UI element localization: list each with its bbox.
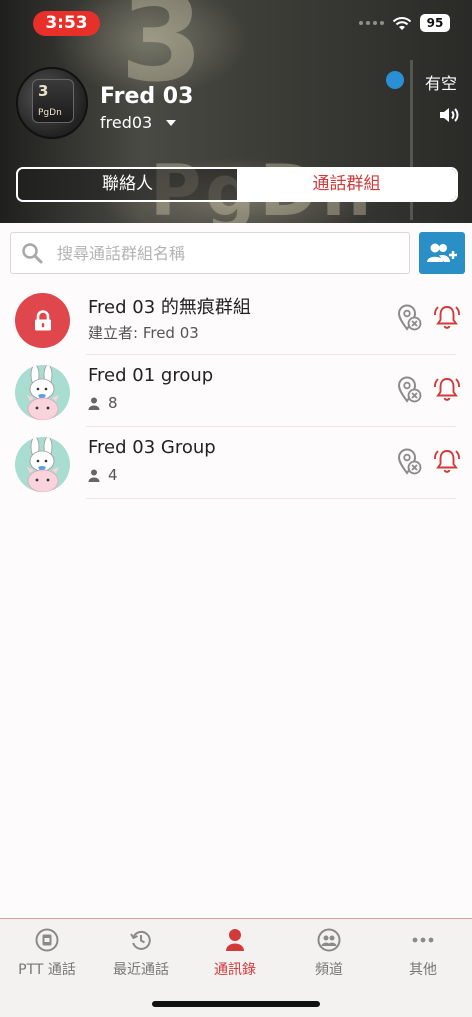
tab-more[interactable]: 其他 [376, 927, 470, 979]
group-member-count: 8 [88, 394, 118, 412]
search-input[interactable] [57, 243, 377, 263]
cellular-signal-icon [359, 21, 384, 25]
group-name: Fred 03 的無痕群組 [88, 297, 251, 318]
group-member-count: 4 [88, 466, 118, 484]
add-group-button[interactable] [419, 232, 465, 274]
search-icon [22, 243, 43, 264]
user-id-selector[interactable]: fred03 [100, 113, 177, 132]
bunny-avatar-image [27, 437, 59, 492]
location-off-icon[interactable] [396, 304, 422, 332]
tab-contacts-book[interactable]: 通訊錄 [188, 927, 282, 979]
presence-status-dot[interactable] [386, 71, 404, 89]
status-time: 3:53 [33, 11, 100, 36]
ptt-icon [35, 928, 59, 952]
tab-contacts[interactable]: 聯絡人 [18, 169, 237, 200]
search-row [0, 223, 472, 281]
tab-channel[interactable]: 頻道 [282, 927, 376, 979]
tab-ptt-call[interactable]: PTT 通話 [0, 927, 94, 979]
contacts-icon [226, 929, 244, 951]
lock-icon [34, 309, 51, 330]
channel-icon [317, 928, 341, 952]
person-icon [88, 469, 100, 482]
user-id-text: fred03 [100, 113, 153, 132]
tab-label: 通訊錄 [214, 962, 256, 978]
speaker-icon[interactable] [438, 106, 462, 124]
tab-call-groups[interactable]: 通話群組 [237, 169, 456, 200]
group-creator-text: 建立者: Fred 03 [88, 324, 199, 342]
alarm-bell-icon[interactable] [433, 447, 461, 475]
call-group-list: Fred 03 的無痕群組 建立者: Fred 03 Fred 01 group… [0, 283, 472, 499]
alarm-bell-icon[interactable] [433, 375, 461, 403]
avatar-keycap: 3 PgDn [32, 79, 74, 123]
presence-status-label[interactable]: 有空 [425, 70, 457, 94]
bunny-avatar [15, 365, 70, 420]
search-box[interactable] [10, 232, 410, 274]
private-group-avatar [15, 293, 70, 348]
list-item[interactable]: Fred 03 的無痕群組 建立者: Fred 03 [0, 283, 472, 355]
list-item[interactable]: Fred 03 Group 4 [0, 427, 472, 499]
member-count-value: 4 [108, 466, 118, 484]
tab-recent-calls[interactable]: 最近通話 [94, 927, 188, 979]
tab-label: 其他 [409, 962, 437, 978]
profile-avatar[interactable]: 3 PgDn [16, 67, 88, 139]
segment-control: 聯絡人 通話群組 [16, 167, 458, 202]
tab-label: 頻道 [315, 962, 343, 978]
history-icon [130, 930, 151, 950]
alarm-bell-icon[interactable] [433, 303, 461, 331]
chevron-down-icon [166, 119, 177, 126]
list-item[interactable]: Fred 01 group 8 [0, 355, 472, 427]
home-indicator [152, 1001, 320, 1007]
user-display-name: Fred 03 [100, 84, 194, 109]
person-icon [88, 397, 100, 410]
location-off-icon[interactable] [396, 448, 422, 476]
profile-header: 3 PgDn 3:53 95 3 PgDn Fred 03 fred03 有空 … [0, 0, 472, 223]
keycap-sublabel: PgDn [38, 108, 62, 118]
bunny-avatar [15, 437, 70, 492]
tab-label: PTT 通話 [18, 962, 76, 978]
tab-label: 最近通話 [113, 962, 169, 978]
bunny-avatar-image [27, 365, 59, 420]
group-creator: 建立者: Fred 03 [88, 322, 199, 343]
keycap-label: 3 [38, 82, 49, 100]
add-user-icon [427, 243, 457, 262]
member-count-value: 8 [108, 394, 118, 412]
more-icon [412, 937, 434, 943]
wifi-icon [392, 16, 412, 30]
group-name: Fred 01 group [88, 365, 214, 386]
battery-indicator: 95 [420, 14, 450, 32]
group-name: Fred 03 Group [88, 437, 216, 458]
status-indicators: 95 [359, 14, 450, 32]
location-off-icon[interactable] [396, 376, 422, 404]
